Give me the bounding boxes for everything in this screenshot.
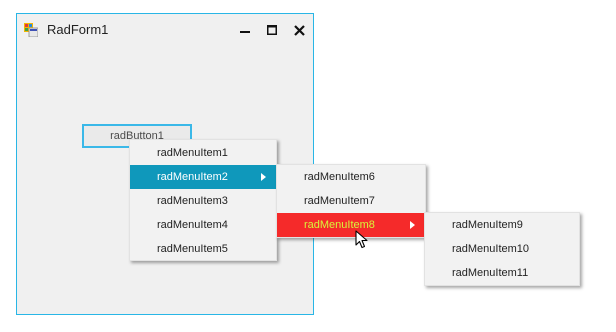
menu-item-5[interactable]: radMenuItem5 [130,237,276,261]
submenu-arrow-icon [410,221,415,229]
menu-item-label: radMenuItem7 [304,195,375,207]
menu-item-label: radMenuItem4 [157,219,228,231]
submenu-arrow-icon [261,173,266,181]
context-menu-level3: radMenuItem9 radMenuItem10 radMenuItem11 [424,212,580,286]
menu-item-1[interactable]: radMenuItem1 [130,141,276,165]
menu-item-label: radMenuItem6 [304,171,375,183]
minimize-icon [240,31,250,33]
context-menu-level2: radMenuItem6 radMenuItem7 radMenuItem8 [276,164,426,238]
menu-item-8[interactable]: radMenuItem8 [277,213,425,237]
menu-item-2[interactable]: radMenuItem2 [130,165,276,189]
maximize-button[interactable] [261,20,283,40]
app-icon [24,23,38,37]
menu-item-label: radMenuItem11 [452,267,529,279]
menu-item-label: radMenuItem1 [157,147,228,159]
menu-item-9[interactable]: radMenuItem9 [425,213,579,237]
context-menu-level1: radMenuItem1 radMenuItem2 radMenuItem3 r… [129,139,277,261]
menu-item-label: radMenuItem10 [452,243,530,255]
menu-item-3[interactable]: radMenuItem3 [130,189,276,213]
menu-item-11[interactable]: radMenuItem11 [425,261,579,285]
maximize-icon [267,25,277,35]
menu-item-6[interactable]: radMenuItem6 [277,165,425,189]
screen: RadForm1 radButton1 radMenuItem1 radMenu… [0,0,616,332]
menu-item-label: radMenuItem5 [157,243,228,255]
menu-item-label: radMenuItem2 [157,171,228,183]
menu-item-10[interactable]: radMenuItem10 [425,237,579,261]
minimize-button[interactable] [234,20,256,40]
menu-item-label: radMenuItem3 [157,195,228,207]
close-button[interactable] [288,20,310,40]
window-title: RadForm1 [47,22,109,37]
menu-item-4[interactable]: radMenuItem4 [130,213,276,237]
menu-item-7[interactable]: radMenuItem7 [277,189,425,213]
mouse-cursor-icon [355,230,368,249]
close-icon [293,24,305,36]
menu-item-label: radMenuItem9 [452,219,523,231]
title-bar[interactable]: RadForm1 [17,14,313,46]
